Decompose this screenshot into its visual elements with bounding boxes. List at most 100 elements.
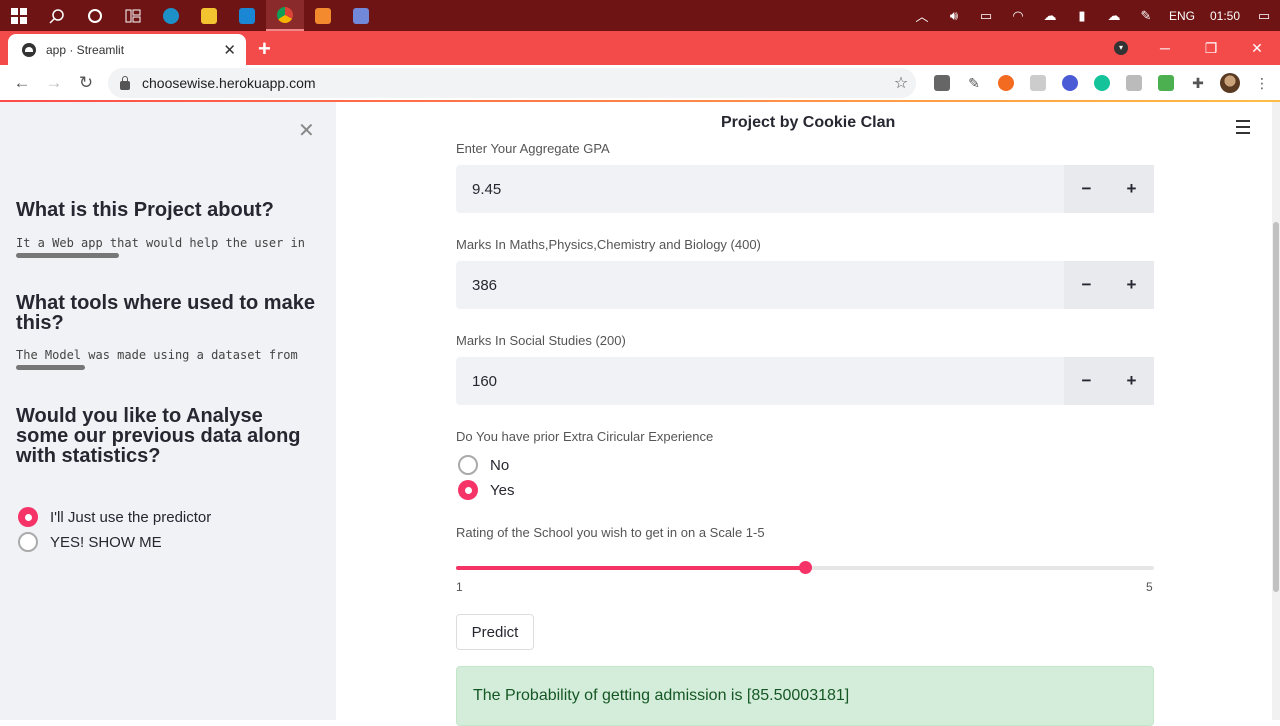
close-tab-icon[interactable]: ✕: [223, 41, 236, 59]
radio-button[interactable]: [458, 480, 478, 500]
science-marks-label: Marks In Maths,Physics,Chemistry and Bio…: [456, 237, 761, 252]
volume-icon[interactable]: 🔊︎: [938, 8, 970, 24]
restore-icon[interactable]: ❐: [1188, 40, 1234, 57]
radio-option-no[interactable]: No: [458, 455, 509, 475]
social-marks-input[interactable]: 160 − +: [456, 357, 1154, 405]
upload-cloud-icon[interactable]: ☁︎: [1098, 8, 1130, 24]
scrollbar-thumb[interactable]: [1273, 222, 1279, 592]
url-text[interactable]: choosewise.herokuapp.com: [142, 75, 886, 91]
tab-title: app · Streamlit: [46, 42, 125, 57]
sidebar-code-about[interactable]: It a Web app that would help the user in: [16, 236, 320, 250]
extensions-bar: ✎ ✚ ⋮: [926, 65, 1278, 101]
reload-icon[interactable]: ↻: [70, 73, 102, 93]
forward-icon[interactable]: →: [38, 73, 70, 93]
slider-min-label: 1: [456, 580, 463, 594]
clock[interactable]: 01:50: [1202, 9, 1248, 23]
radio-option-yes[interactable]: Yes: [458, 480, 514, 500]
slider-fill: [456, 566, 805, 570]
copy-extension-icon[interactable]: [1022, 65, 1054, 101]
decrement-button[interactable]: −: [1064, 261, 1109, 309]
decrement-button[interactable]: −: [1064, 165, 1109, 213]
k-extension-icon[interactable]: [1118, 65, 1150, 101]
school-rating-label: Rating of the School you wish to get in …: [456, 525, 765, 540]
minimize-icon[interactable]: ─: [1142, 40, 1188, 56]
radio-button[interactable]: [458, 455, 478, 475]
system-tray: ︿ 🔊︎ ▭ ◠ ☁︎ ▮ ☁︎ ✎ ENG 01:50 ▭: [906, 0, 1280, 31]
code-scrollbar[interactable]: [16, 253, 119, 258]
gpa-input[interactable]: 9.45 − +: [456, 165, 1154, 213]
increment-button[interactable]: +: [1109, 165, 1154, 213]
radio-option-show-me[interactable]: YES! SHOW ME: [18, 532, 162, 552]
page-title: Project by Cookie Clan: [721, 114, 896, 131]
close-sidebar-icon[interactable]: ✕: [298, 118, 315, 143]
gpa-value[interactable]: 9.45: [456, 165, 1064, 213]
sidebar-heading-analyse: Would you like to Analyse some our previ…: [16, 405, 301, 467]
chrome-menu-icon[interactable]: ⋮: [1246, 65, 1278, 101]
fire-extension-icon[interactable]: [990, 65, 1022, 101]
extensions-puzzle-icon[interactable]: ✚: [1182, 65, 1214, 101]
profile-avatar[interactable]: [1214, 65, 1246, 101]
science-marks-value[interactable]: 386: [456, 261, 1064, 309]
cortana-icon[interactable]: [76, 0, 114, 31]
sublime-icon[interactable]: [304, 0, 342, 31]
chevron-up-icon[interactable]: ︿: [906, 6, 938, 25]
main-content: Project by Cookie Clan Enter Your Aggreg…: [336, 102, 1272, 726]
increment-button[interactable]: +: [1109, 261, 1154, 309]
lock-icon[interactable]: [120, 75, 130, 90]
hamburger-menu-icon[interactable]: [1236, 120, 1250, 138]
prediction-result: The Probability of getting admission is …: [456, 666, 1154, 726]
sidebar: ✕ What is this Project about? It a Web a…: [0, 102, 336, 720]
download-extension-icon[interactable]: [1150, 65, 1182, 101]
edge-icon[interactable]: [152, 0, 190, 31]
pen-icon[interactable]: ✎: [1130, 8, 1162, 24]
predict-button[interactable]: Predict: [456, 614, 534, 650]
file-explorer-icon[interactable]: [190, 0, 228, 31]
radio-option-predictor[interactable]: I'll Just use the predictor: [18, 507, 211, 527]
new-tab-icon[interactable]: +: [258, 36, 271, 62]
browser-tab[interactable]: app · Streamlit ✕: [8, 34, 246, 65]
social-marks-label: Marks In Social Studies (200): [456, 333, 626, 348]
social-marks-value[interactable]: 160: [456, 357, 1064, 405]
cloud-icon[interactable]: ☁︎: [1034, 8, 1066, 24]
sidebar-heading-tools: What tools where used to make this?: [16, 292, 315, 334]
radio-label: No: [490, 456, 510, 474]
radio-label: Yes: [490, 481, 515, 499]
close-window-icon[interactable]: ✕: [1234, 40, 1280, 57]
tab-search-icon[interactable]: ▾: [1114, 41, 1128, 55]
page-scrollbar[interactable]: [1272, 102, 1280, 720]
search-icon[interactable]: [38, 0, 76, 31]
science-marks-input[interactable]: 386 − +: [456, 261, 1154, 309]
battery-icon[interactable]: ▭: [970, 8, 1002, 24]
decrement-button[interactable]: −: [1064, 357, 1109, 405]
sidebar-code-tools[interactable]: The Model was made using a dataset from: [16, 348, 320, 362]
radio-button[interactable]: [18, 507, 38, 527]
task-view-icon[interactable]: [114, 0, 152, 31]
vscode-icon[interactable]: [228, 0, 266, 31]
code-scrollbar[interactable]: [16, 365, 85, 370]
notification-icon[interactable]: ▭: [1248, 8, 1280, 24]
radio-label: YES! SHOW ME: [50, 533, 162, 551]
eyedropper-icon[interactable]: ✎: [958, 65, 990, 101]
slider-max-label: 5: [1146, 580, 1153, 594]
slider-thumb[interactable]: [799, 561, 812, 574]
back-icon[interactable]: ←: [6, 73, 38, 93]
wifi-icon[interactable]: ◠: [1002, 8, 1034, 24]
windows-start-icon[interactable]: [0, 0, 38, 31]
streamlit-favicon-icon: [22, 42, 36, 57]
language-indicator[interactable]: ENG: [1162, 9, 1202, 23]
radio-button[interactable]: [18, 532, 38, 552]
extra-curricular-label: Do You have prior Extra Ciricular Experi…: [456, 429, 714, 444]
sidebar-heading-about: What is this Project about?: [16, 199, 274, 221]
radio-label: I'll Just use the predictor: [50, 508, 212, 526]
grammarly-icon[interactable]: [1086, 65, 1118, 101]
bookmark-star-icon[interactable]: ☆: [886, 73, 916, 93]
snowflake-extension-icon[interactable]: [1054, 65, 1086, 101]
microphone-icon[interactable]: ▮: [1066, 8, 1098, 24]
discord-icon[interactable]: [342, 0, 380, 31]
school-rating-slider[interactable]: [456, 561, 1154, 574]
window-controls: ─ ❐ ✕: [1142, 31, 1280, 65]
chrome-icon[interactable]: [266, 0, 304, 31]
address-bar[interactable]: choosewise.herokuapp.com ☆: [108, 68, 916, 98]
increment-button[interactable]: +: [1109, 357, 1154, 405]
extension-icon[interactable]: [926, 65, 958, 101]
